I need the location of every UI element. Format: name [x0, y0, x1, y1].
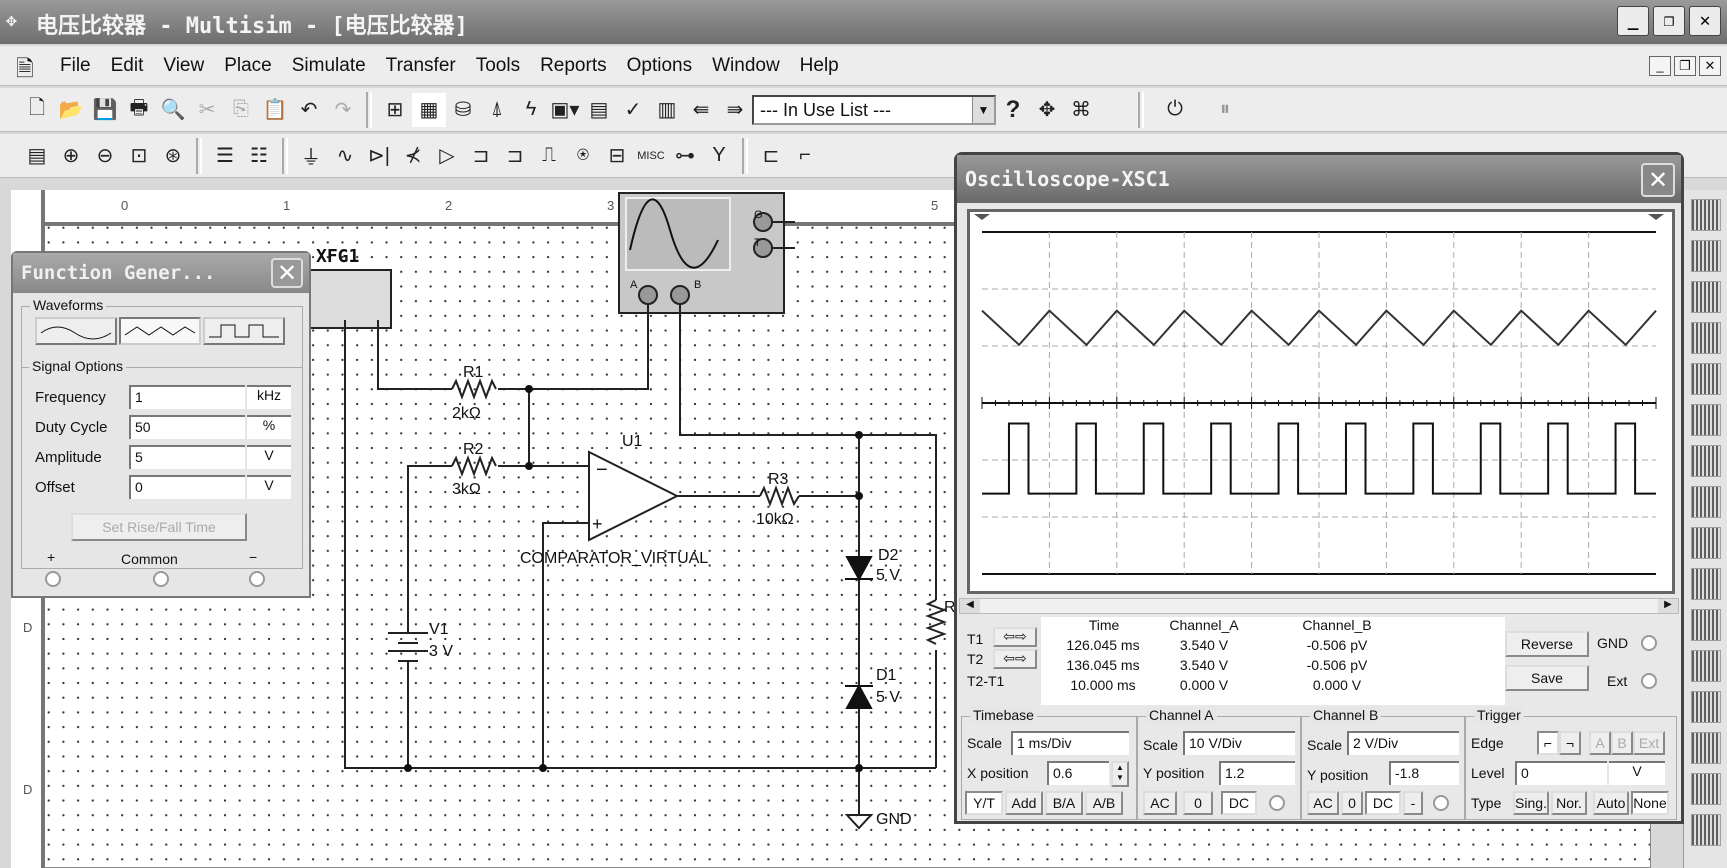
- v1-value: 3 V: [429, 643, 453, 660]
- gnd-label: GND: [876, 811, 912, 828]
- ground-symbol: [844, 814, 874, 830]
- channel-b-y-position-field[interactable]: -1.8: [1389, 761, 1459, 785]
- trigger-source-ext[interactable]: Ext: [1633, 731, 1665, 755]
- trigger-source-b[interactable]: B: [1611, 731, 1633, 755]
- gnd-radio[interactable]: [1641, 635, 1657, 651]
- oscilloscope-window: Oscilloscope-XSC1 ✕ ◀ ▶ T1 T2 T2-T1 ⇦⇨ ⇦⇨…: [954, 152, 1684, 824]
- minus-terminal-radio[interactable]: [249, 571, 265, 587]
- r3-value: 10kΩ: [756, 511, 794, 528]
- sine-wave-button[interactable]: [35, 317, 117, 345]
- resistor-r3: [759, 485, 800, 507]
- scope-title[interactable]: Oscilloscope-XSC1: [957, 155, 1681, 203]
- cursor-readout: T1 T2 T2-T1 ⇦⇨ ⇦⇨ Time Channel_A Channel…: [959, 617, 1505, 705]
- resistor-r2: [451, 455, 497, 477]
- channel-b-ac-button[interactable]: AC: [1307, 791, 1339, 815]
- fg-close-button[interactable]: ✕: [271, 258, 303, 288]
- mode-ab-button[interactable]: A/B: [1085, 791, 1123, 815]
- svg-text:A: A: [630, 279, 638, 291]
- offset-field[interactable]: 0: [129, 475, 245, 499]
- scroll-right-icon: ▶: [1658, 599, 1678, 613]
- timebase-scale-field[interactable]: 1 ms/Div: [1011, 731, 1129, 755]
- mode-add-button[interactable]: Add: [1005, 791, 1043, 815]
- channel-b-dc-button[interactable]: DC: [1365, 791, 1401, 815]
- waveforms-label: Waveforms: [30, 297, 107, 314]
- x-position-spinner[interactable]: ▲ ▼: [1111, 761, 1129, 787]
- d1-value: 5 V: [876, 689, 900, 706]
- trigger-source-a[interactable]: A: [1589, 731, 1611, 755]
- trigger-none-button[interactable]: None: [1631, 791, 1669, 815]
- cursor-t2-icon: [1648, 214, 1664, 220]
- scope-horizontal-scrollbar[interactable]: ◀ ▶: [959, 598, 1679, 614]
- svg-text:+: +: [592, 514, 603, 534]
- reverse-button[interactable]: Reverse: [1505, 631, 1589, 657]
- channel-b-scale-field[interactable]: 2 V/Div: [1347, 731, 1459, 755]
- save-button[interactable]: Save: [1505, 665, 1589, 691]
- scope-display: [974, 214, 1664, 575]
- channel-b-invert-button[interactable]: -: [1403, 791, 1423, 815]
- zener-d2: [845, 556, 873, 582]
- signal-options-label: Signal Options: [29, 358, 127, 375]
- function-generator-symbol: [299, 269, 392, 329]
- trigger-level-unit[interactable]: V: [1609, 761, 1665, 785]
- duty-cycle-unit: %: [247, 415, 291, 439]
- channel-a-ac-button[interactable]: AC: [1143, 791, 1177, 815]
- triangle-wave-button[interactable]: [119, 317, 201, 345]
- ext-radio[interactable]: [1641, 673, 1657, 689]
- resistor-r1: [451, 378, 497, 400]
- svg-text:T: T: [754, 237, 761, 249]
- u1-label: U1: [622, 433, 643, 450]
- x-position-field[interactable]: 0.6: [1047, 761, 1109, 785]
- channel-b-zero-button[interactable]: 0: [1341, 791, 1363, 815]
- r2-label: R2: [463, 441, 484, 458]
- u1-model: COMPARATOR_VIRTUAL: [520, 550, 708, 567]
- set-rise-fall-time-button[interactable]: Set Rise/Fall Time: [71, 513, 247, 541]
- v1-label: V1: [429, 621, 449, 638]
- common-terminal-radio[interactable]: [153, 571, 169, 587]
- r1-label: R1: [463, 364, 484, 381]
- trigger-normal-button[interactable]: Nor.: [1551, 791, 1587, 815]
- resistor-r4: [925, 599, 947, 645]
- channel-a-y-position-field[interactable]: 1.2: [1219, 761, 1295, 785]
- channel-a-zero-button[interactable]: 0: [1183, 791, 1213, 815]
- d2-value: 5 V: [876, 567, 900, 584]
- fg-title[interactable]: Function Gener...: [13, 253, 309, 293]
- svg-text:G: G: [754, 209, 763, 221]
- channel-a-dc-button[interactable]: DC: [1221, 791, 1257, 815]
- d1-label: D1: [876, 667, 897, 684]
- trigger-level-field[interactable]: 0: [1515, 761, 1607, 785]
- trigger-auto-button[interactable]: Auto: [1593, 791, 1629, 815]
- frequency-unit[interactable]: kHz: [247, 385, 291, 409]
- channel-a-radio[interactable]: [1269, 795, 1285, 811]
- scope-close-button[interactable]: ✕: [1641, 163, 1675, 197]
- frequency-field[interactable]: 1: [129, 385, 245, 409]
- cursor-t1-icon: [974, 214, 990, 220]
- square-wave-button[interactable]: [203, 317, 285, 345]
- t1-cursor-arrows[interactable]: ⇦⇨: [993, 627, 1037, 647]
- xfg1-label: XFG1: [316, 246, 359, 267]
- d2-label: D2: [878, 547, 899, 564]
- scope-screen: [967, 209, 1675, 594]
- zener-d1: [845, 683, 873, 709]
- falling-edge-icon[interactable]: ¬: [1559, 731, 1581, 755]
- mode-ba-button[interactable]: B/A: [1045, 791, 1083, 815]
- channel-a-scale-field[interactable]: 10 V/Div: [1183, 731, 1295, 755]
- battery-v1: [388, 632, 428, 662]
- channel-b-radio[interactable]: [1433, 795, 1449, 811]
- plus-terminal-radio[interactable]: [45, 571, 61, 587]
- trigger-single-button[interactable]: Sing.: [1513, 791, 1549, 815]
- mode-yt-button[interactable]: Y/T: [965, 791, 1003, 815]
- duty-cycle-field[interactable]: 50: [129, 415, 245, 439]
- amplitude-unit[interactable]: V: [247, 445, 291, 469]
- t2-cursor-arrows[interactable]: ⇦⇨: [993, 649, 1037, 669]
- amplitude-field[interactable]: 5: [129, 445, 245, 469]
- svg-text:−: −: [596, 459, 608, 481]
- rising-edge-icon[interactable]: ⌐: [1537, 731, 1559, 755]
- r2-value: 3kΩ: [452, 481, 481, 498]
- r3-label: R3: [768, 471, 789, 488]
- scroll-left-icon: ◀: [960, 599, 980, 613]
- r1-value: 2kΩ: [452, 405, 481, 422]
- svg-text:B: B: [694, 279, 701, 291]
- function-generator-window: Function Gener... ✕ Waveforms Signal Opt…: [11, 251, 311, 598]
- offset-unit[interactable]: V: [247, 475, 291, 499]
